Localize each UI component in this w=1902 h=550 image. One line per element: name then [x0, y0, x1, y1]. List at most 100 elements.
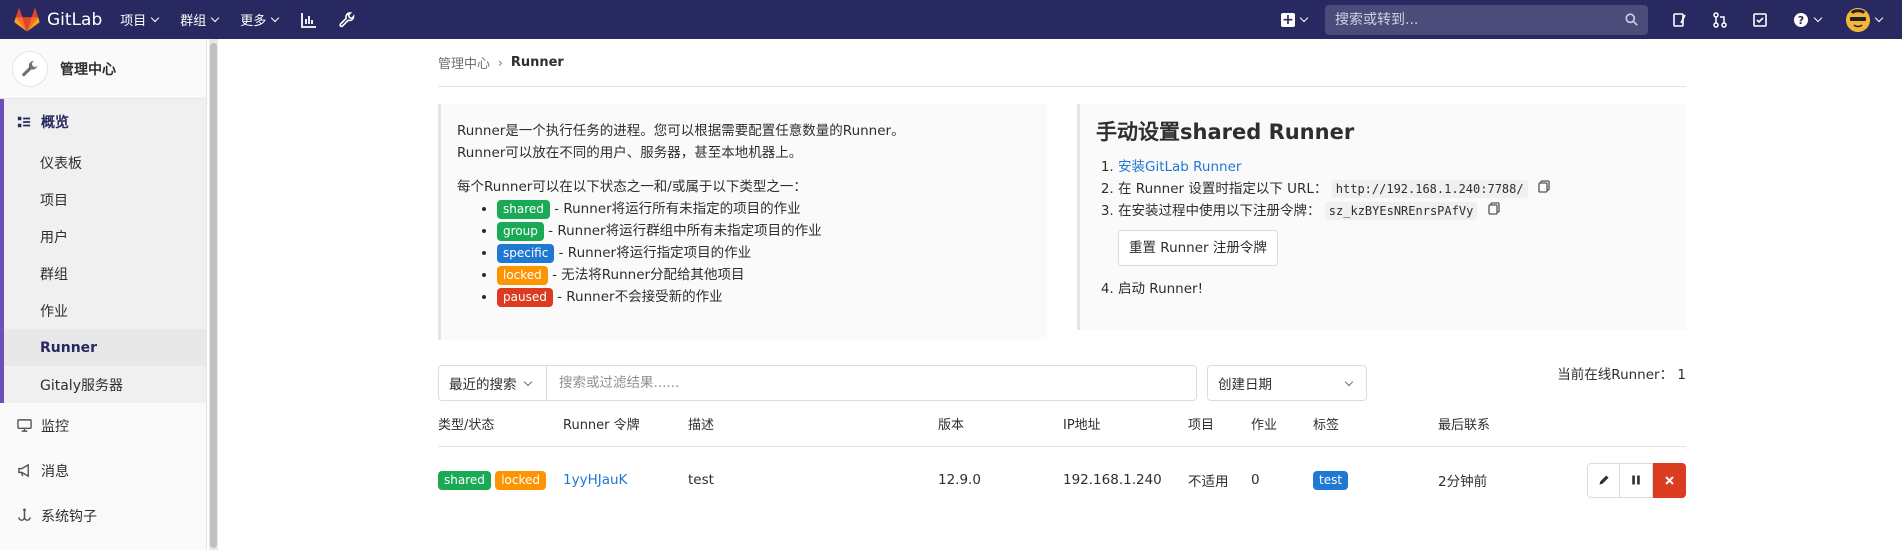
- manual-setup-title: 手动设置shared Runner: [1096, 120, 1355, 144]
- top-navbar: GitLab 项目 群组 更多 + 搜索或转到... ?: [0, 0, 1902, 39]
- online-runners-count: 1: [1677, 367, 1686, 383]
- pause-icon: [1632, 475, 1640, 485]
- svg-text:?: ?: [1798, 14, 1804, 27]
- runner-description: test: [688, 472, 714, 488]
- sidebar-item-overview-label: 概览: [41, 114, 69, 131]
- setup-step-2-text: 在 Runner 设置时指定以下 URL：: [1118, 181, 1328, 197]
- nav-projects-dropdown[interactable]: 项目: [120, 10, 160, 29]
- brand-name: GitLab: [47, 9, 103, 30]
- pause-runner-button[interactable]: [1620, 462, 1653, 498]
- runner-states-intro: 每个Runner可以在以下状态之一和/或属于以下类型之一：: [457, 179, 807, 195]
- state-locked: locked - 无法将Runner分配给其他项目: [497, 264, 1031, 286]
- chevron-down-icon: [151, 13, 160, 23]
- setup-step-3: 在安装过程中使用以下注册令牌： sz_kzBYEsNREnrsPAfVy 重置 …: [1118, 200, 1670, 278]
- reset-token-button[interactable]: 重置 Runner 注册令牌: [1118, 230, 1278, 266]
- col-tags: 标签: [1313, 418, 1340, 433]
- badge-shared: shared: [438, 470, 491, 490]
- new-item-dropdown[interactable]: +: [1281, 11, 1309, 28]
- sidebar-item-gitaly-servers[interactable]: Gitaly服务器: [4, 366, 206, 403]
- setup-step-4: 启动 Runner!: [1118, 278, 1670, 300]
- nav-more-label: 更多: [240, 14, 267, 29]
- col-last-contact: 最后联系: [1438, 418, 1491, 433]
- chevron-down-icon: [1813, 13, 1823, 23]
- badge-locked: locked: [495, 470, 546, 490]
- search-icon: [1625, 13, 1638, 26]
- close-icon: [1665, 475, 1674, 485]
- sidebar-item-dashboard[interactable]: 仪表板: [4, 144, 206, 181]
- admin-sidebar: 管理中心 概览 仪表板 项目 用户 群组 作业 Runner Gitaly服务器…: [0, 39, 207, 550]
- runners-table-header: 类型/状态 Runner 令牌 描述 版本 IP地址 项目 作业 标签 最后联系: [438, 401, 1686, 447]
- setup-step-1: 安装GitLab Runner: [1118, 156, 1670, 178]
- sidebar-item-overview[interactable]: 概览: [4, 99, 206, 144]
- badge-specific: specific: [497, 244, 555, 263]
- state-locked-desc: - 无法将Runner分配给其他项目: [547, 267, 745, 283]
- runner-jobs: 0: [1251, 472, 1260, 488]
- global-search-input[interactable]: [1335, 11, 1625, 28]
- badge-locked: locked: [497, 266, 548, 285]
- filter-search-input[interactable]: [546, 365, 1197, 401]
- breadcrumb-admin-area[interactable]: 管理中心: [438, 53, 490, 72]
- breadcrumb-runners[interactable]: Runner: [511, 55, 564, 70]
- activity-chart-icon[interactable]: [300, 11, 318, 29]
- runner-info-panel: Runner是一个执行任务的进程。您可以根据需要配置任意数量的Runner。 R…: [438, 104, 1047, 340]
- copy-url-icon[interactable]: [1538, 178, 1550, 200]
- col-version: 版本: [938, 418, 965, 433]
- state-specific-desc: - Runner将运行指定项目的作业: [554, 245, 752, 261]
- setup-step-4-text: 启动 Runner!: [1118, 281, 1204, 297]
- sidebar-item-system-hooks[interactable]: 系统钩子: [0, 493, 206, 538]
- sidebar-item-monitoring-label: 监控: [41, 418, 69, 435]
- pencil-icon: [1599, 475, 1608, 485]
- state-paused: paused - Runner不会接受新的作业: [497, 286, 1031, 308]
- sidebar-scrollbar[interactable]: [209, 39, 218, 550]
- nav-groups-label: 群组: [180, 14, 207, 29]
- runner-states-list: shared - Runner将运行所有未指定的项目的作业 group - Ru…: [457, 198, 1031, 308]
- nav-menu: 项目 群组 更多: [120, 10, 376, 29]
- state-paused-desc: - Runner不会接受新的作业: [552, 289, 723, 305]
- edit-runner-button[interactable]: [1587, 462, 1620, 498]
- runner-actions: [1563, 462, 1686, 498]
- sidebar-item-messages-label: 消息: [41, 463, 69, 480]
- user-menu-dropdown[interactable]: [1844, 7, 1884, 32]
- remove-runner-button[interactable]: [1653, 462, 1686, 498]
- badge-shared: shared: [497, 200, 550, 219]
- chevron-down-icon: [211, 13, 220, 23]
- admin-wrench-icon: [12, 50, 48, 87]
- sidebar-item-system-hooks-label: 系统钩子: [41, 508, 97, 525]
- sidebar-item-groups[interactable]: 群组: [4, 255, 206, 292]
- chevron-down-icon: [271, 13, 280, 23]
- nav-more-dropdown[interactable]: 更多: [240, 10, 280, 29]
- merge-request-todo-icon[interactable]: [1670, 10, 1690, 30]
- runner-version: 12.9.0: [938, 472, 981, 488]
- sidebar-scrollbar-thumb[interactable]: [210, 43, 217, 548]
- hook-icon: [16, 508, 32, 524]
- plus-square-icon: +: [1281, 11, 1295, 28]
- nav-groups-dropdown[interactable]: 群组: [180, 10, 220, 29]
- install-runner-link[interactable]: 安装GitLab Runner: [1118, 159, 1241, 175]
- info-row: Runner是一个执行任务的进程。您可以根据需要配置任意数量的Runner。 R…: [438, 104, 1686, 340]
- runner-token-link[interactable]: 1yyHJauK: [563, 472, 627, 488]
- sidebar-item-runners[interactable]: Runner: [4, 329, 206, 366]
- help-dropdown[interactable]: ?: [1790, 10, 1824, 30]
- merge-requests-icon[interactable]: [1710, 10, 1730, 30]
- gitlab-logo[interactable]: GitLab: [14, 7, 103, 32]
- breadcrumb: 管理中心 › Runner: [438, 39, 1686, 87]
- sidebar-header[interactable]: 管理中心: [0, 39, 206, 99]
- runner-ip: 192.168.1.240: [1063, 472, 1162, 488]
- todos-checkbox-icon[interactable]: [1750, 10, 1770, 30]
- col-ip-address: IP地址: [1063, 418, 1101, 433]
- sidebar-item-users[interactable]: 用户: [4, 218, 206, 255]
- copy-token-icon[interactable]: [1487, 200, 1500, 222]
- recent-searches-dropdown[interactable]: 最近的搜索: [438, 365, 546, 401]
- setup-step-2: 在 Runner 设置时指定以下 URL： http://192.168.1.2…: [1118, 178, 1670, 200]
- state-specific: specific - Runner将运行指定项目的作业: [497, 242, 1031, 264]
- sidebar-item-jobs[interactable]: 作业: [4, 292, 206, 329]
- sidebar-title: 管理中心: [60, 61, 116, 78]
- sort-dropdown[interactable]: 创建日期: [1207, 365, 1367, 401]
- col-description: 描述: [688, 418, 715, 433]
- breadcrumb-separator-icon: ›: [498, 55, 503, 70]
- sidebar-item-monitoring[interactable]: 监控: [0, 403, 206, 448]
- sidebar-item-projects[interactable]: 项目: [4, 181, 206, 218]
- chevron-down-icon: [1299, 13, 1309, 23]
- sidebar-item-messages[interactable]: 消息: [0, 448, 206, 493]
- admin-wrench-icon[interactable]: [338, 11, 356, 29]
